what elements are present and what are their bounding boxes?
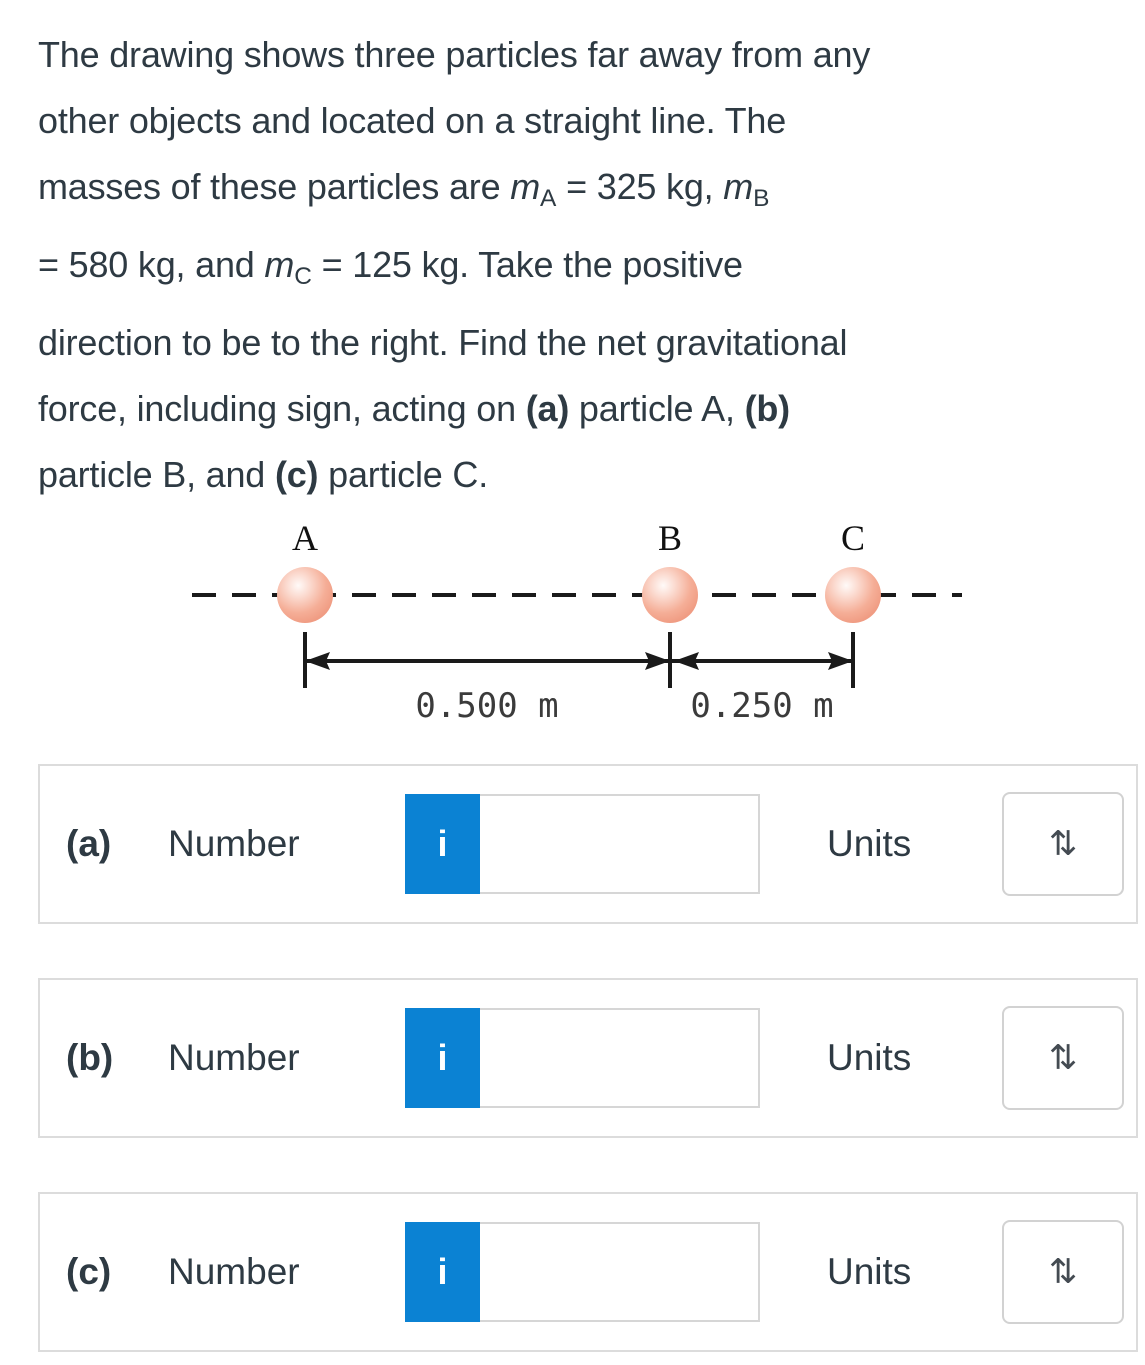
question-text: The drawing shows three particles far aw… <box>38 22 1138 508</box>
particle-b-label: B <box>658 518 682 558</box>
number-entry-group-c: i <box>405 1222 760 1322</box>
number-label-c: Number <box>168 1251 300 1292</box>
mass-value-b: = 580 kg, and <box>38 243 265 285</box>
info-icon[interactable]: i <box>405 794 480 894</box>
chevron-updown-icon: ⇅ <box>1048 824 1078 864</box>
answer-panel-b: (b) Number i Units ⇅ <box>38 978 1138 1138</box>
units-select-c[interactable]: ⇅ <box>1002 1220 1124 1324</box>
particle-c-label: C <box>841 518 865 558</box>
question-line-7-prefix: particle B, and <box>38 453 275 495</box>
answer-part-label-b: (b) <box>66 1037 114 1078</box>
number-entry-group-a: i <box>405 794 760 894</box>
number-label-b: Number <box>168 1037 300 1078</box>
question-line-7-suffix: particle C. <box>318 453 488 495</box>
units-select-a[interactable]: ⇅ <box>1002 792 1124 896</box>
mass-subscript-a: A <box>540 184 557 212</box>
mass-symbol-c: m <box>264 243 295 285</box>
mass-symbol-b: m <box>723 166 754 207</box>
info-icon[interactable]: i <box>405 1222 480 1322</box>
particle-b-sphere <box>642 567 698 623</box>
answer-panel-c: (c) Number i Units ⇅ <box>38 1192 1138 1352</box>
question-line-3-prefix: masses of these particles are <box>38 166 511 207</box>
units-label-a: Units <box>827 823 912 864</box>
particle-a-sphere <box>277 567 333 623</box>
question-line-6-mid: particle A, <box>569 387 745 429</box>
answer-part-label-a: (a) <box>66 823 112 864</box>
question-part-label-a: (a) <box>525 387 570 429</box>
question-line-1: The drawing shows three particles far aw… <box>38 34 871 75</box>
mass-symbol-a: m <box>510 166 541 207</box>
units-label-b: Units <box>827 1037 912 1078</box>
dimension-label-bc: 0.250 m <box>690 686 833 726</box>
units-select-b[interactable]: ⇅ <box>1002 1006 1124 1110</box>
mass-value-c: = 125 kg. Take the positive <box>311 243 743 285</box>
particle-c-sphere <box>825 567 881 623</box>
units-label-c: Units <box>827 1251 912 1292</box>
chevron-updown-icon: ⇅ <box>1048 1252 1078 1292</box>
mass-subscript-c: C <box>294 262 312 290</box>
question-line-6-prefix: force, including sign, acting on <box>38 387 526 429</box>
question-part-label-b: (b) <box>744 387 791 429</box>
mass-value-a: = 325 kg, <box>556 166 724 207</box>
particle-diagram: A B C 0.500 m 0.250 m <box>192 518 962 726</box>
chevron-updown-icon: ⇅ <box>1048 1038 1078 1078</box>
number-input-a[interactable] <box>480 794 760 894</box>
answer-panel-a: (a) Number i Units ⇅ <box>38 764 1138 924</box>
question-line-2: other objects and located on a straight … <box>38 100 787 141</box>
particle-a-label: A <box>292 518 318 558</box>
info-icon[interactable]: i <box>405 1008 480 1108</box>
dimension-label-ab: 0.500 m <box>415 686 558 726</box>
question-part-label-c: (c) <box>274 453 319 495</box>
number-label-a: Number <box>168 823 300 864</box>
number-input-c[interactable] <box>480 1222 760 1322</box>
number-input-b[interactable] <box>480 1008 760 1108</box>
question-line-5: direction to be to the right. Find the n… <box>38 321 848 363</box>
mass-subscript-b: B <box>753 184 770 212</box>
number-entry-group-b: i <box>405 1008 760 1108</box>
answer-part-label-c: (c) <box>66 1251 112 1292</box>
